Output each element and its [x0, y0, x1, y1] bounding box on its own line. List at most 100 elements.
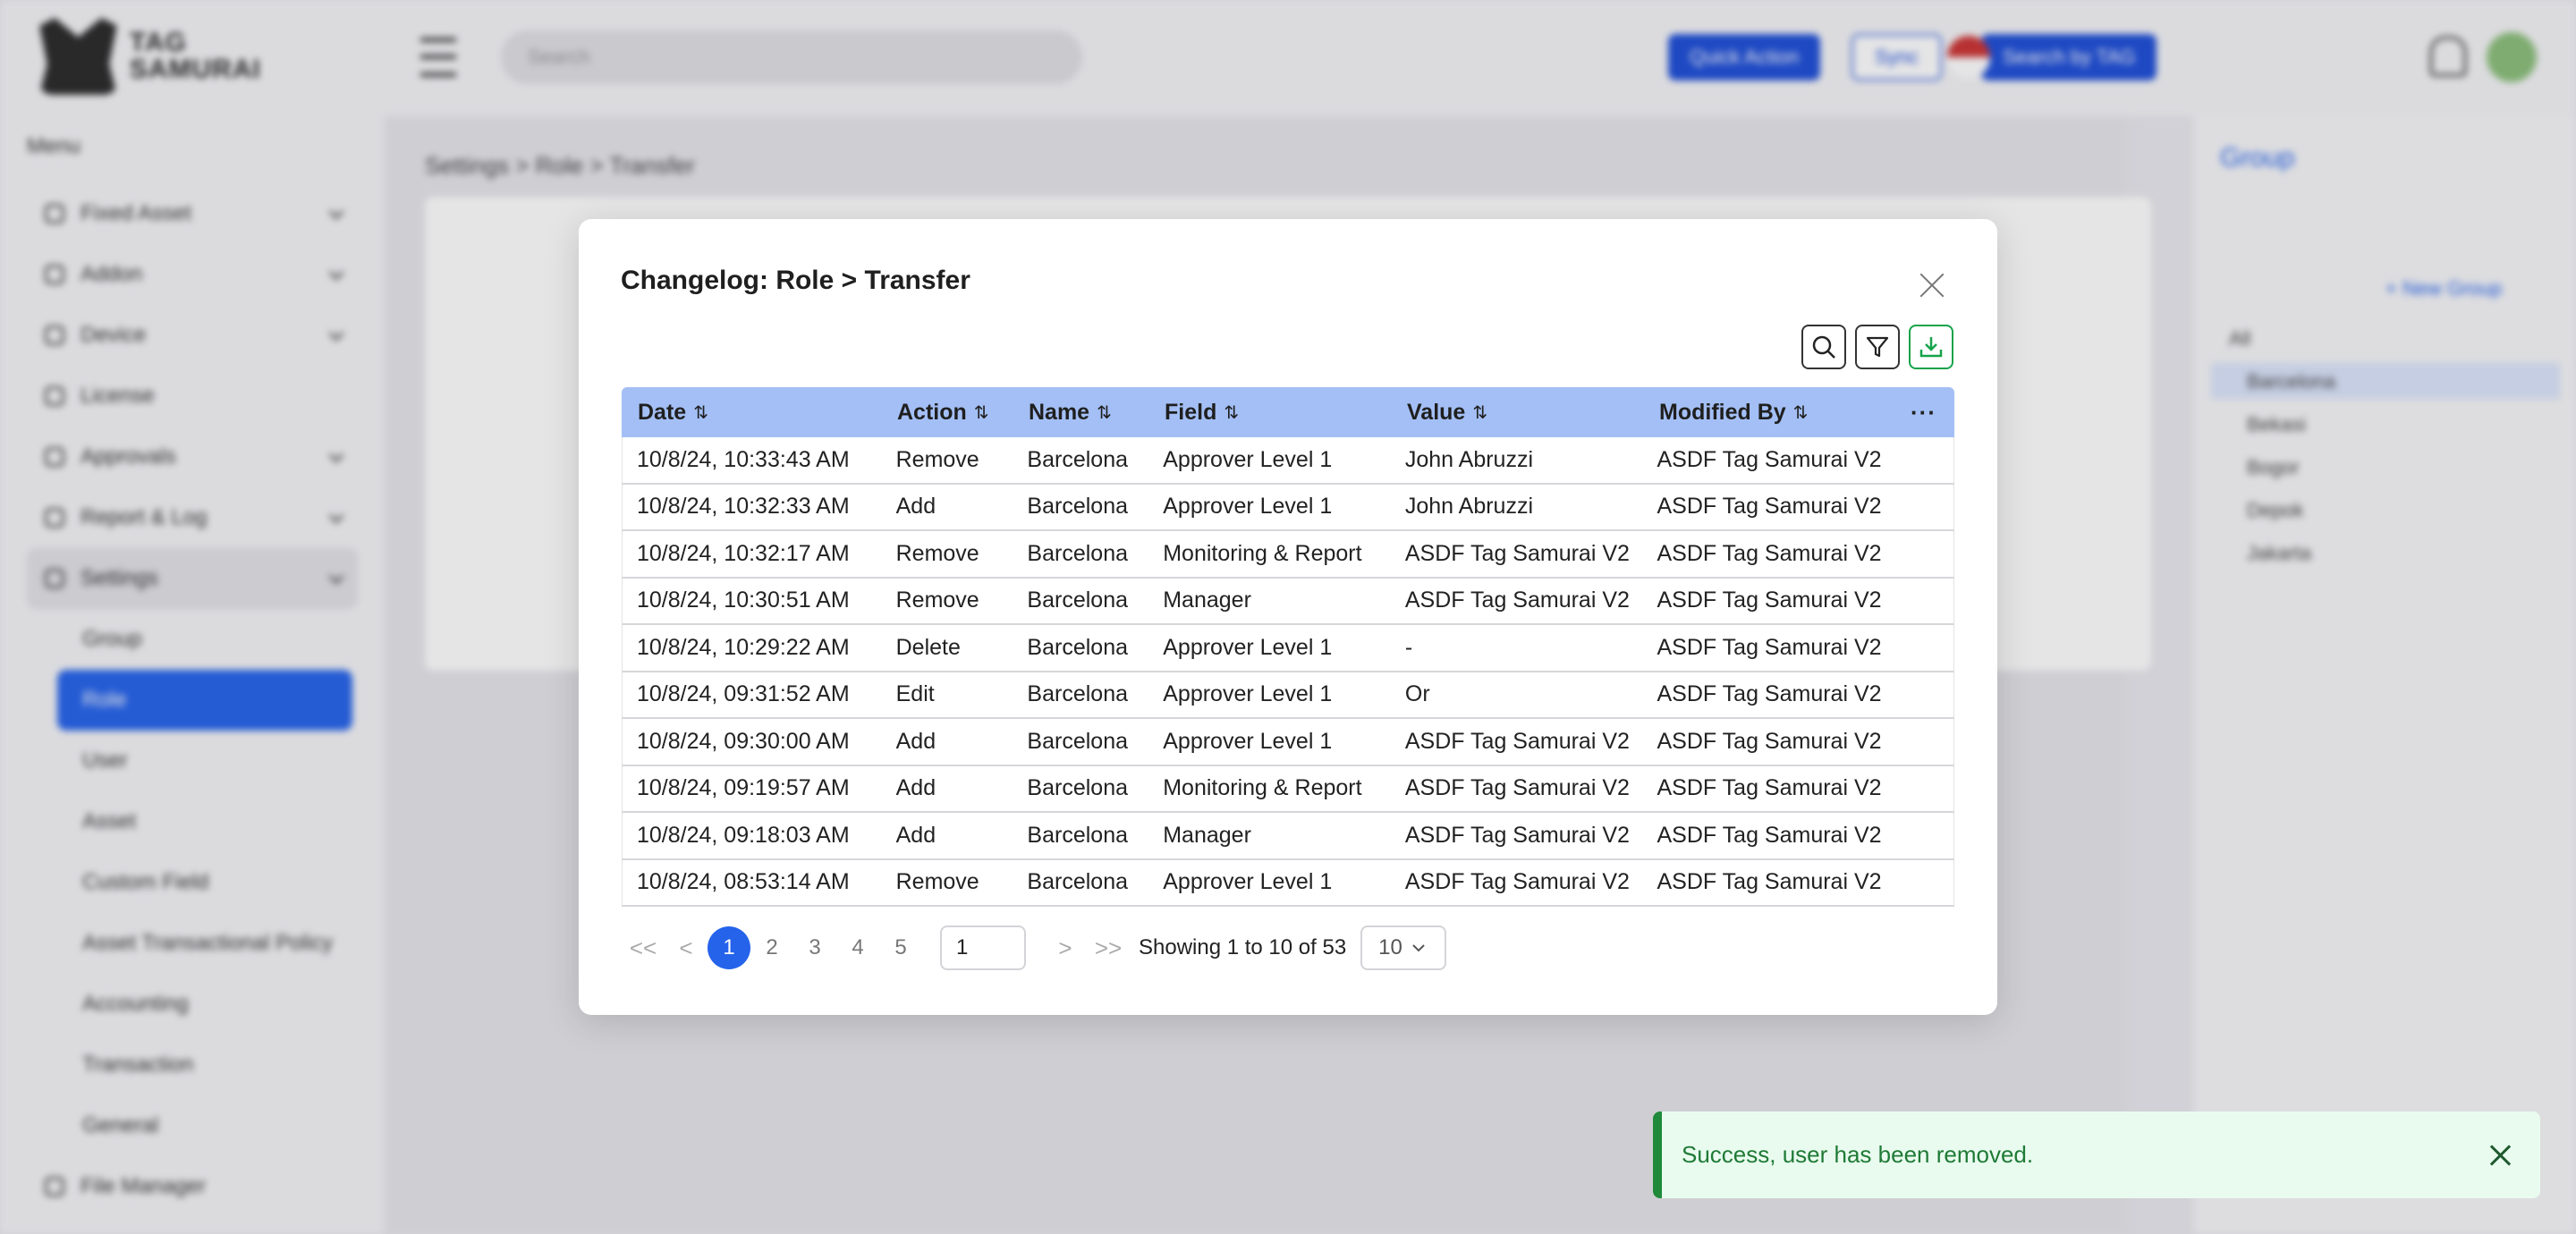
cell-date: 10/8/24, 09:19:57 AM: [637, 775, 850, 801]
column-header-name[interactable]: Name ⇅: [1013, 400, 1148, 426]
page-button-3[interactable]: 3: [793, 926, 836, 969]
column-label: Value: [1407, 399, 1466, 425]
cell-field: Approver Level 1: [1163, 494, 1333, 520]
cell-action: Add: [895, 494, 936, 520]
cell-action: Add: [895, 728, 936, 754]
column-header-modified-by[interactable]: Modified By ⇅: [1643, 400, 1808, 426]
sort-icon: ⇅: [1472, 402, 1488, 423]
download-button[interactable]: [1909, 325, 1953, 369]
per-page-select[interactable]: 10: [1360, 926, 1447, 970]
cell-action: Remove: [895, 587, 979, 613]
page-button-1[interactable]: 1: [708, 926, 750, 969]
cell-date: 10/8/24, 09:31:52 AM: [637, 681, 850, 707]
cell-value: ASDF Tag Samurai V2: [1404, 869, 1630, 895]
close-icon[interactable]: [1916, 269, 1948, 301]
changelog-table: Date ⇅ Action ⇅ Name ⇅ Field ⇅ Value ⇅ Modifi…: [622, 387, 1954, 907]
search-button[interactable]: [1801, 325, 1846, 369]
cell-name: Barcelona: [1027, 587, 1128, 613]
cell-date: 10/8/24, 10:29:22 AM: [637, 634, 850, 660]
cell-value: John Abruzzi: [1404, 446, 1534, 472]
search-icon: [1812, 335, 1835, 359]
cell-value: ASDF Tag Samurai V2: [1404, 587, 1630, 613]
table-row[interactable]: 10/8/24, 10:33:43 AM Remove Barcelona Appro…: [622, 437, 1954, 485]
toast-message: Success, user has been removed.: [1682, 1141, 2034, 1168]
prev-page-button[interactable]: <: [665, 926, 708, 969]
table-row[interactable]: 10/8/24, 09:18:03 AM Add Barcelona Manager A…: [622, 813, 1954, 860]
cell-name: Barcelona: [1027, 775, 1128, 801]
cell-name: Barcelona: [1027, 540, 1128, 566]
cell-modified-by: ASDF Tag Samurai V2: [1657, 446, 1882, 472]
cell-action: Edit: [895, 681, 935, 707]
last-page-button[interactable]: >>: [1087, 926, 1130, 969]
cell-name: Barcelona: [1027, 728, 1128, 754]
pagination: << < 1 2 3 4 5 1 > >> Showing 1 to 10 of…: [622, 926, 1447, 970]
column-header-field[interactable]: Field ⇅: [1148, 400, 1391, 426]
cell-date: 10/8/24, 09:30:00 AM: [637, 728, 850, 754]
page-button-4[interactable]: 4: [836, 926, 879, 969]
table-row[interactable]: 10/8/24, 10:30:51 AM Remove Barcelona Manag…: [622, 578, 1954, 625]
table-row[interactable]: 10/8/24, 09:31:52 AM Edit Barcelona Approve…: [622, 672, 1954, 719]
success-toast: Success, user has been removed.: [1653, 1111, 2540, 1198]
filter-icon: [1866, 336, 1889, 358]
cell-value: Or: [1404, 681, 1430, 707]
cell-modified-by: ASDF Tag Samurai V2: [1657, 775, 1882, 801]
table-row[interactable]: 10/8/24, 10:32:17 AM Remove Barcelona Monit…: [622, 531, 1954, 579]
cell-field: Approver Level 1: [1163, 446, 1333, 472]
column-label: Modified By: [1659, 399, 1786, 425]
cell-modified-by: ASDF Tag Samurai V2: [1657, 634, 1882, 660]
first-page-button[interactable]: <<: [622, 926, 665, 969]
cell-name: Barcelona: [1027, 822, 1128, 848]
cell-field: Monitoring & Report: [1163, 775, 1362, 801]
filter-button[interactable]: [1855, 325, 1900, 369]
cell-date: 10/8/24, 10:30:51 AM: [637, 587, 850, 613]
per-page-value: 10: [1378, 935, 1402, 959]
download-icon: [1919, 337, 1943, 358]
cell-date: 10/8/24, 09:18:03 AM: [637, 822, 850, 848]
column-label: Name: [1029, 399, 1090, 425]
modal-title: Changelog: Role > Transfer: [621, 266, 970, 295]
table-row[interactable]: 10/8/24, 08:53:14 AM Remove Barcelona Appro…: [622, 859, 1954, 907]
cell-action: Remove: [895, 540, 979, 566]
cell-value: ASDF Tag Samurai V2: [1404, 822, 1630, 848]
column-header-value[interactable]: Value ⇅: [1391, 400, 1643, 426]
cell-modified-by: ASDF Tag Samurai V2: [1657, 587, 1882, 613]
cell-modified-by: ASDF Tag Samurai V2: [1657, 869, 1882, 895]
more-options-icon[interactable]: ···: [1911, 399, 1936, 427]
sort-icon: ⇅: [1097, 402, 1112, 423]
sort-icon: ⇅: [973, 402, 989, 423]
page-number-input[interactable]: 1: [940, 926, 1026, 970]
page-button-5[interactable]: 5: [879, 926, 922, 969]
next-page-button[interactable]: >: [1044, 926, 1087, 969]
sort-icon: ⇅: [693, 402, 708, 423]
cell-date: 10/8/24, 10:33:43 AM: [637, 446, 850, 472]
cell-modified-by: ASDF Tag Samurai V2: [1657, 540, 1882, 566]
cell-field: Approver Level 1: [1163, 634, 1333, 660]
cell-action: Add: [895, 822, 936, 848]
column-label: Action: [897, 399, 967, 425]
table-row[interactable]: 10/8/24, 10:29:22 AM Delete Barcelona Appro…: [622, 625, 1954, 672]
cell-action: Remove: [895, 446, 979, 472]
cell-date: 10/8/24, 08:53:14 AM: [637, 869, 850, 895]
cell-modified-by: ASDF Tag Samurai V2: [1657, 494, 1882, 520]
cell-value: John Abruzzi: [1404, 494, 1534, 520]
table-row[interactable]: 10/8/24, 10:32:33 AM Add Barcelona Approver…: [622, 484, 1954, 531]
column-header-action[interactable]: Action ⇅: [881, 400, 1013, 426]
column-header-date[interactable]: Date ⇅: [622, 400, 881, 426]
table-body: 10/8/24, 10:33:43 AM Remove Barcelona Appro…: [622, 437, 1954, 907]
cell-field: Manager: [1163, 822, 1251, 848]
close-icon[interactable]: [2488, 1144, 2512, 1167]
cell-field: Monitoring & Report: [1163, 540, 1362, 566]
table-row[interactable]: 10/8/24, 09:19:57 AM Add Barcelona Monitori…: [622, 765, 1954, 813]
cell-modified-by: ASDF Tag Samurai V2: [1657, 681, 1882, 707]
cell-field: Approver Level 1: [1163, 728, 1333, 754]
cell-action: Remove: [895, 869, 979, 895]
cell-modified-by: ASDF Tag Samurai V2: [1657, 728, 1882, 754]
cell-action: Add: [895, 775, 936, 801]
chevron-down-icon: [1412, 944, 1425, 952]
cell-name: Barcelona: [1027, 681, 1128, 707]
table-row[interactable]: 10/8/24, 09:30:00 AM Add Barcelona Approver…: [622, 719, 1954, 766]
cell-date: 10/8/24, 10:32:33 AM: [637, 494, 850, 520]
column-label: Date: [638, 399, 687, 425]
page-button-2[interactable]: 2: [750, 926, 793, 969]
cell-action: Delete: [895, 634, 961, 660]
